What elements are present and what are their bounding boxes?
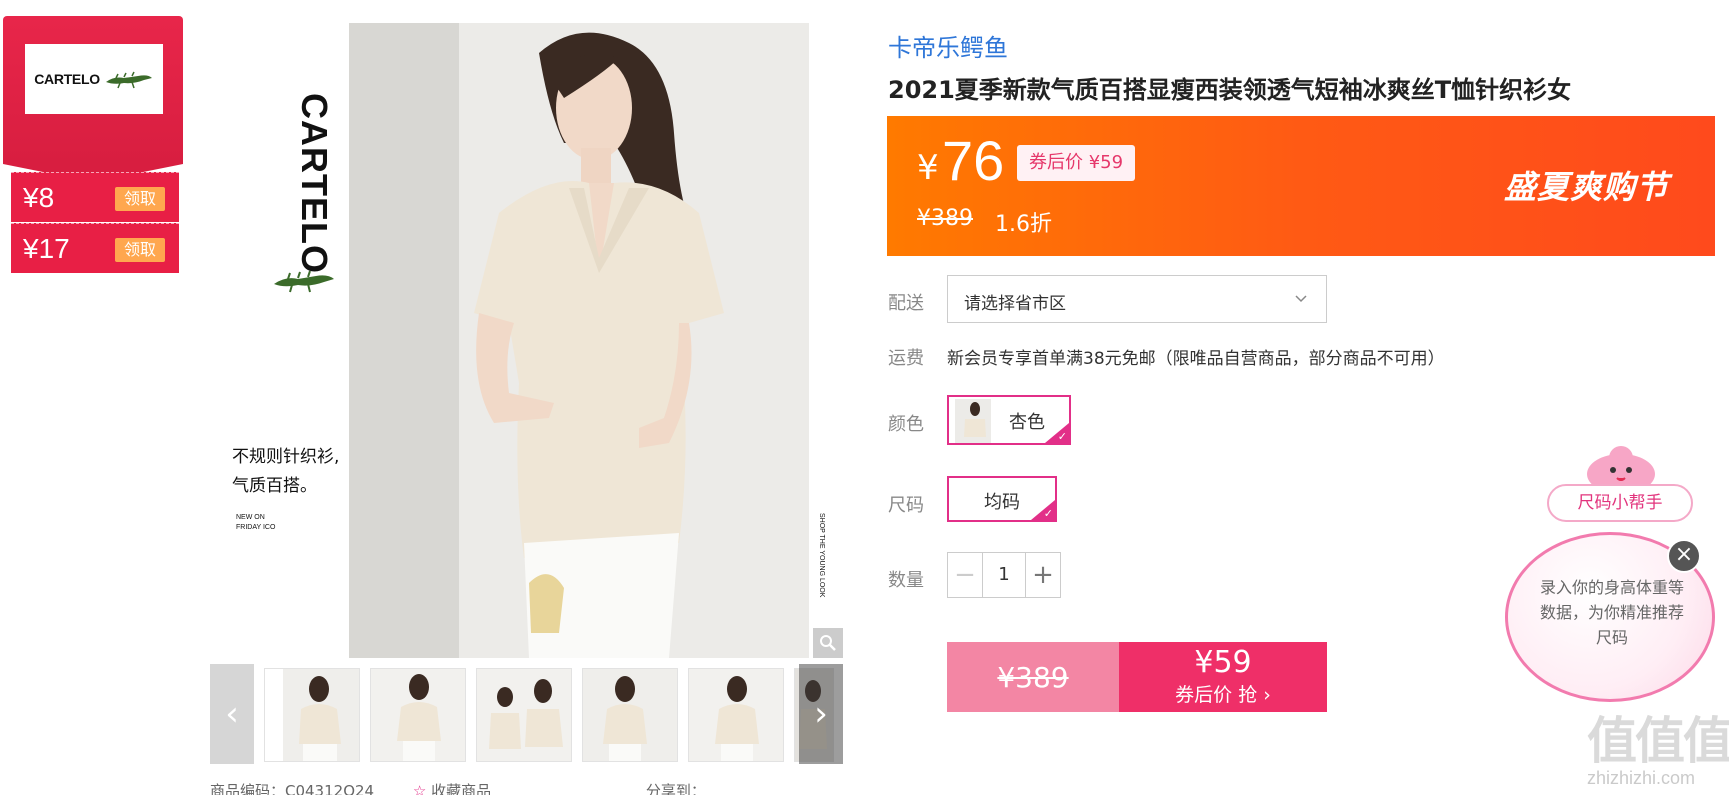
thumbnail-image — [371, 669, 465, 761]
promo-title: 盛夏爽购节 — [1503, 168, 1669, 206]
image-small-text-line: FRIDAY ICO — [236, 524, 276, 531]
crocodile-icon — [105, 71, 152, 89]
magnifier-icon — [820, 635, 836, 651]
coupon-amount: ¥8 — [23, 181, 55, 213]
quantity-decrease-button[interactable]: − — [948, 553, 982, 597]
color-swatch-image — [955, 399, 991, 443]
coupon-amount: ¥17 — [23, 232, 70, 264]
model-illustration — [349, 23, 809, 658]
shipping-label: 运费 — [888, 348, 924, 369]
image-brand-text: CARTELO — [294, 93, 335, 274]
currency-symbol: ¥ — [917, 148, 939, 188]
crocodile-icon — [274, 270, 334, 293]
discount-rate: 1.6折 — [995, 212, 1052, 237]
claim-coupon-button[interactable]: 领取 — [115, 187, 165, 211]
thumbnail-image — [265, 669, 359, 761]
size-option[interactable]: 均码 ✓ — [947, 476, 1057, 522]
quantity-stepper: − 1 + — [947, 552, 1061, 598]
buy-button[interactable]: ¥389 ¥59 券后价 抢 › — [947, 642, 1327, 712]
thumbnail-image — [583, 669, 677, 761]
star-icon: ☆ — [412, 782, 427, 795]
shipping-info: 新会员专享首单满38元免邮（限唯品自营商品，部分商品不可用） — [947, 349, 1445, 369]
region-select[interactable]: 请选择省市区 — [947, 275, 1327, 323]
chevron-left-icon: ‹ — [225, 694, 239, 734]
buy-original-price: ¥389 — [947, 642, 1119, 712]
thumbnail-item[interactable] — [582, 668, 678, 762]
check-icon: ✓ — [1043, 507, 1053, 520]
product-meta-row: 商品编码：C04312Q24 ☆ 收藏商品 分享到： — [210, 780, 843, 795]
thumbnail-next-button[interactable]: › — [799, 664, 843, 764]
coupon-item[interactable]: ¥17 领取 — [11, 223, 179, 273]
brand-logo-text: CARTELO — [34, 71, 100, 87]
size-helper-button[interactable]: 尺码小帮手 — [1547, 484, 1693, 522]
thumbnail-image — [689, 669, 783, 761]
zoom-button[interactable] — [813, 628, 843, 658]
region-select-value: 请选择省市区 — [964, 294, 1066, 314]
favorite-label: 收藏商品 — [431, 782, 492, 795]
quantity-input[interactable]: 1 — [982, 553, 1026, 597]
buy-action-label: 券后价 抢 › — [1175, 684, 1271, 706]
mascot-icon[interactable] — [1582, 440, 1660, 488]
watermark-url: zhizhizhi.com — [1587, 768, 1696, 788]
original-price: ¥389 — [917, 206, 973, 231]
site-watermark: 值值值 zhizhizhi.com — [1587, 715, 1729, 795]
product-title: 2021夏季新款气质百搭显瘦西装领透气短袖冰爽丝T恤针织衫女 — [888, 76, 1572, 104]
brand-logo[interactable]: CARTELO — [25, 44, 163, 114]
image-small-text: NEW ON FRIDAY ICO — [236, 513, 275, 533]
quantity-label: 数量 — [888, 570, 924, 591]
thumbnail-item[interactable] — [370, 668, 466, 762]
main-product-image[interactable]: CARTELO 不规则针织衫, 气质百搭。 NEW ON FRIDAY ICO — [210, 23, 843, 658]
image-small-vertical-text: SHOP THE YOUNG LOOK — [818, 513, 825, 598]
coupon-panel: CARTELO ¥8 领取 ¥17 领取 — [3, 16, 183, 276]
color-option[interactable]: 杏色 ✓ — [947, 395, 1071, 445]
brand-link[interactable]: 卡帝乐鳄鱼 — [888, 28, 1008, 63]
color-option-label: 杏色 — [1009, 412, 1045, 433]
check-icon: ✓ — [1057, 430, 1067, 443]
thumbnail-prev-button[interactable]: ‹ — [210, 664, 254, 764]
color-label: 颜色 — [888, 414, 924, 435]
thumbnail-item[interactable] — [264, 668, 360, 762]
price-banner: ¥ 76 券后价 ¥59 ¥389 1.6折 盛夏爽购节 — [887, 116, 1715, 256]
size-helper-text: 录入你的身高体重等数据，为你精准推荐尺码 — [1540, 578, 1685, 647]
product-code: 商品编码：C04312Q24 — [210, 782, 375, 795]
coupon-panel-header: CARTELO — [3, 16, 183, 182]
image-caption-line: 气质百搭。 — [232, 476, 317, 496]
thumbnail-strip: ‹ › — [210, 664, 843, 764]
share-link[interactable]: 分享到： — [646, 782, 706, 795]
coupon-item[interactable]: ¥8 领取 — [11, 172, 179, 222]
delivery-label: 配送 — [888, 293, 924, 314]
favorite-link[interactable]: ☆ 收藏商品 — [413, 782, 491, 795]
chevron-right-icon: › — [814, 694, 828, 734]
chevron-down-icon — [1295, 295, 1307, 303]
image-caption: 不规则针织衫, 气质百搭。 — [232, 443, 339, 501]
close-icon[interactable]: × — [1667, 539, 1701, 573]
image-small-text-line: NEW ON — [236, 514, 265, 521]
size-option-label: 均码 — [984, 492, 1020, 513]
buy-price: ¥59 — [1194, 645, 1252, 680]
buy-coupon-action[interactable]: ¥59 券后价 抢 › — [1119, 642, 1327, 712]
thumbnail-item[interactable] — [476, 668, 572, 762]
quantity-increase-button[interactable]: + — [1026, 553, 1060, 597]
model-photo — [349, 23, 809, 658]
current-price: 76 — [942, 129, 1005, 192]
thumbnail-item[interactable] — [688, 668, 784, 762]
claim-coupon-button[interactable]: 领取 — [115, 238, 165, 262]
size-label: 尺码 — [888, 495, 924, 516]
after-coupon-badge: 券后价 ¥59 — [1017, 145, 1136, 181]
thumbnail-image — [477, 669, 571, 761]
watermark-logo: 值值值 — [1587, 712, 1729, 770]
image-caption-line: 不规则针织衫, — [232, 447, 340, 467]
